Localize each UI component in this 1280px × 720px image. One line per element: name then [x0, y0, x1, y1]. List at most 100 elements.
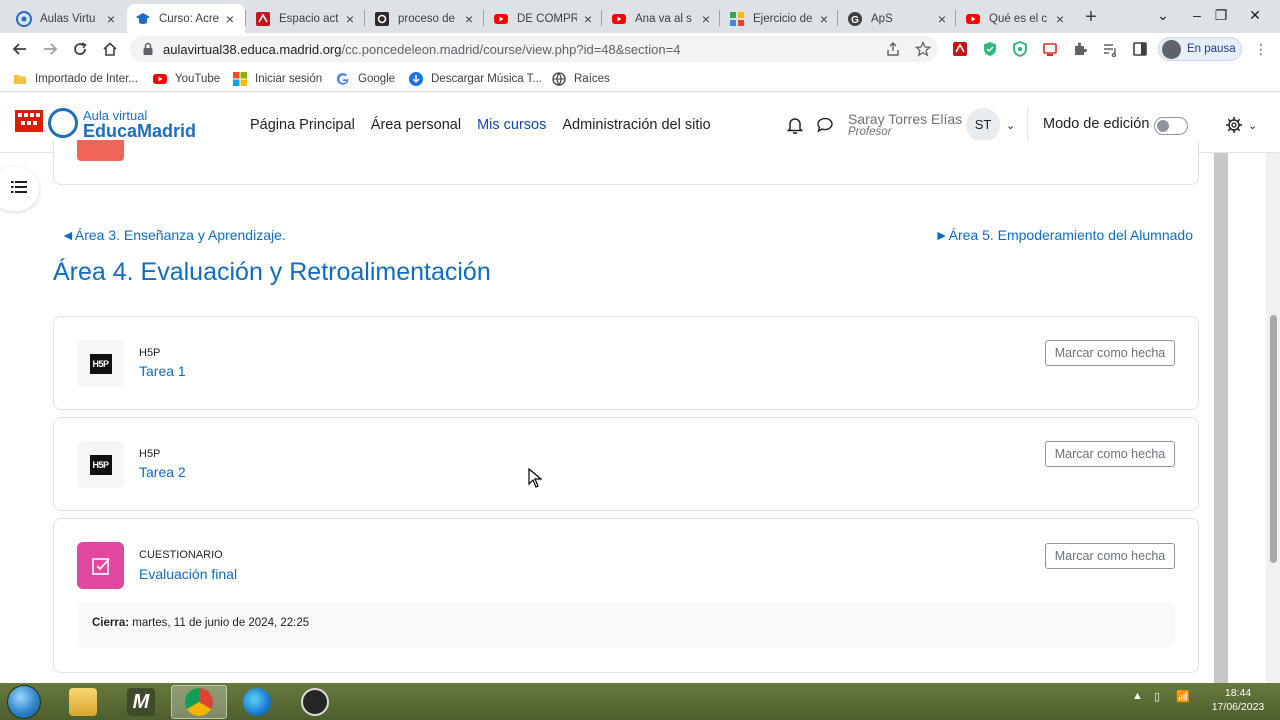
globe-icon [552, 72, 566, 86]
scrollbar-thumb[interactable] [1270, 315, 1277, 563]
close-icon[interactable]: × [817, 12, 831, 26]
course-index-toggle[interactable] [0, 167, 39, 211]
taskbar-edge[interactable] [229, 685, 285, 719]
browser-tab-active[interactable]: Curso: Acre × [127, 4, 245, 33]
close-icon[interactable]: × [935, 12, 949, 26]
mark-done-button[interactable]: Marcar como hecha [1045, 340, 1175, 366]
browser-tab[interactable]: G ApS × [839, 4, 957, 33]
reload-icon[interactable] [69, 38, 91, 60]
navbar-divider [1027, 108, 1028, 140]
edit-mode-toggle[interactable] [1154, 117, 1188, 135]
close-icon[interactable]: × [1053, 12, 1067, 26]
taskbar-chrome[interactable] [171, 685, 227, 719]
chrome-icon [185, 688, 213, 716]
profile-button[interactable]: En pausa [1158, 37, 1242, 61]
folder-icon [69, 688, 97, 716]
bookmark-item[interactable]: Importado de Inter... [13, 71, 138, 87]
h5p-icon: H5P [77, 441, 124, 488]
bookmark-item[interactable]: YouTube [153, 71, 220, 87]
tab-search-icon[interactable]: ⌄ [1148, 0, 1178, 30]
section-title: Área 4. Evaluación y Retroalimentación [53, 258, 491, 286]
activity-type: CUESTIONARIO [139, 549, 223, 561]
previous-section-link[interactable]: ◄Área 3. Enseñanza y Aprendizaje. [61, 227, 286, 243]
educamadrid-logo-icon [48, 108, 78, 138]
home-icon[interactable] [99, 38, 121, 60]
bell-icon[interactable] [786, 116, 804, 135]
previous-activity-card [53, 140, 1199, 185]
drawer-scrollbar[interactable] [1214, 153, 1228, 683]
url-text: aulavirtual38.educa.madrid.org/cc.ponced… [163, 42, 681, 57]
activity-card: H5P H5P Tarea 1 Marcar como hecha [53, 316, 1199, 410]
chevron-down-icon[interactable]: ⌄ [1248, 119, 1257, 132]
close-window-icon[interactable]: ✕ [1240, 0, 1270, 30]
browser-tab[interactable]: Aulas Virtu × [8, 4, 126, 33]
network-icon[interactable]: 📶 [1176, 690, 1190, 703]
google-icon [336, 72, 350, 86]
youtube-icon [493, 11, 509, 27]
back-icon[interactable] [9, 38, 31, 60]
browser-tab[interactable]: Qué es el c × [957, 4, 1075, 33]
user-name[interactable]: Saray Torres Elías [848, 111, 962, 127]
m-app-icon: M [127, 688, 155, 716]
address-bar[interactable]: aulavirtual38.educa.madrid.org/cc.ponced… [130, 36, 938, 62]
user-role: Profesor [848, 126, 892, 138]
device-icon[interactable]: ▯ [1154, 690, 1160, 703]
user-avatar[interactable]: ST [966, 108, 1000, 142]
next-section-link[interactable]: ►Área 5. Empoderamiento del Alumnado [935, 227, 1193, 243]
restore-icon[interactable]: ❐ [1206, 0, 1236, 30]
folder-icon [13, 72, 27, 86]
media-queue-icon[interactable] [1102, 41, 1118, 58]
close-icon[interactable]: × [462, 12, 476, 26]
share-icon[interactable] [885, 41, 901, 57]
tray-expand-icon[interactable]: ▲ [1132, 690, 1143, 702]
browser-tab[interactable]: proceso de × [366, 4, 484, 33]
activity-card: CUESTIONARIO Evaluación final Marcar com… [53, 518, 1199, 673]
browser-tab[interactable]: Espacio act × [247, 4, 365, 33]
chevron-down-icon[interactable]: ⌄ [1006, 119, 1015, 132]
activity-link[interactable]: Tarea 2 [139, 464, 186, 480]
side-panel-icon[interactable] [1132, 41, 1148, 57]
logo-text-bottom[interactable]: EducaMadrid [83, 121, 196, 142]
bookmarks-bar: Importado de Inter... YouTube Iniciar se… [0, 65, 1280, 92]
bookmark-item[interactable]: Google [336, 71, 395, 87]
extensions-puzzle-icon[interactable] [1072, 41, 1088, 57]
app-icon [729, 11, 745, 27]
taskbar-obs[interactable] [287, 685, 343, 719]
activity-link[interactable]: Tarea 1 [139, 363, 186, 379]
close-icon[interactable]: × [104, 12, 118, 26]
quiz-icon [77, 542, 124, 589]
start-button[interactable] [7, 685, 41, 719]
activity-link[interactable]: Evaluación final [139, 566, 237, 582]
pdf-extension-icon[interactable] [952, 41, 968, 57]
list-icon [11, 180, 27, 199]
youtube-icon [965, 11, 981, 27]
taskbar-explorer[interactable] [55, 685, 111, 719]
messages-icon[interactable] [816, 116, 834, 134]
bookmark-item[interactable]: Iniciar sesión [233, 71, 322, 87]
browser-tab[interactable]: Ana va al s × [603, 4, 721, 33]
bookmark-item[interactable]: Descargar Música T... [409, 71, 542, 87]
taskbar-clock[interactable]: 18:44 17/06/2023 [1206, 686, 1270, 714]
bookmark-item[interactable]: Raíces [552, 71, 610, 87]
youtube-icon [153, 72, 167, 86]
vpn-extension-icon[interactable] [1012, 41, 1028, 57]
shield-extension-icon[interactable] [982, 41, 998, 57]
new-tab-button[interactable]: + [1080, 6, 1102, 28]
mark-done-button[interactable]: Marcar como hecha [1045, 441, 1175, 467]
gear-icon[interactable] [1225, 116, 1243, 134]
activity-type: H5P [139, 448, 161, 460]
browser-tab[interactable]: DE COMPR × [485, 4, 603, 33]
close-icon[interactable]: × [581, 12, 595, 26]
close-icon[interactable]: × [699, 12, 713, 26]
forward-icon[interactable] [39, 38, 61, 60]
screencast-extension-icon[interactable] [1042, 41, 1058, 57]
mark-done-button[interactable]: Marcar como hecha [1045, 543, 1175, 569]
taskbar-app[interactable]: M [113, 685, 169, 719]
bookmark-star-icon[interactable] [914, 40, 932, 57]
close-icon[interactable]: × [223, 12, 237, 26]
menu-kebab-icon[interactable]: ⋮ [1254, 41, 1268, 57]
close-icon[interactable]: × [343, 12, 357, 26]
browser-tab[interactable]: Ejercicio de × [721, 4, 839, 33]
toggle-knob [1157, 120, 1169, 132]
avatar [1162, 39, 1181, 59]
